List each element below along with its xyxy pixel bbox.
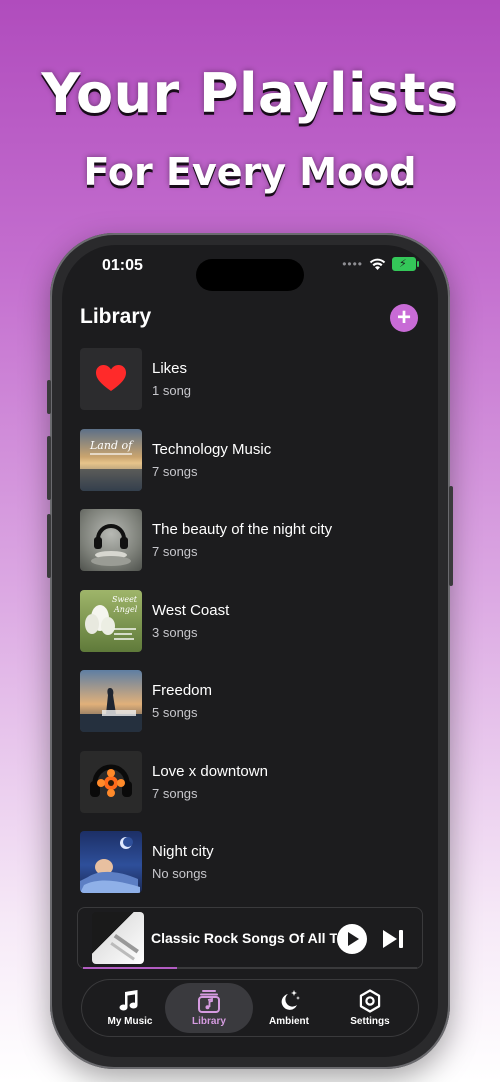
status-time: 01:05: [102, 257, 143, 274]
playlist-row-beauty-night-city[interactable]: The beauty of the night city 7 songs: [80, 509, 420, 590]
playlist-row-night-city[interactable]: Night city No songs: [80, 831, 420, 912]
playlist-row-likes[interactable]: Likes 1 song: [80, 348, 420, 429]
playlist-title: Technology Music: [152, 440, 272, 458]
promo-subheadline: For Every Mood: [83, 150, 417, 194]
playlist-title: West Coast: [152, 601, 230, 619]
svg-text:Land of: Land of: [89, 439, 134, 452]
library-title: Library: [80, 305, 152, 328]
tab-library[interactable]: Library: [165, 983, 253, 1033]
playlist-count: 7 songs: [152, 463, 198, 479]
power-button: [449, 486, 453, 586]
heart-icon: [80, 348, 142, 410]
playlist-count: 5 songs: [152, 705, 198, 720]
playlist-count: No songs: [152, 866, 207, 881]
wifi-icon: [369, 258, 386, 270]
playlist-row-west-coast[interactable]: Sweet Angel West Coast 3 songs: [80, 589, 420, 671]
plus-icon: +: [396, 304, 411, 331]
playlist-title: The beauty of the night city: [152, 521, 333, 538]
tab-label: Settings: [350, 1016, 390, 1027]
playback-progress-fill: [83, 967, 177, 969]
playlist-count: 3 songs: [152, 624, 198, 640]
dynamic-island: [196, 259, 304, 291]
library-note-icon: [198, 990, 220, 1013]
tab-label: My Music: [107, 1016, 153, 1027]
music-note-icon: [119, 990, 138, 1011]
playlist-count: 1 song: [152, 383, 192, 398]
gear-icon: [359, 989, 381, 1013]
side-button: [47, 380, 51, 414]
playlist-artwork: [80, 750, 142, 813]
add-playlist-button[interactable]: +: [390, 304, 418, 332]
playlist-row-love-downtown[interactable]: Love x downtown 7 songs: [80, 750, 420, 832]
playlist-artwork: Land of: [80, 428, 142, 491]
moon-stars-icon: [281, 990, 300, 1010]
signal-icon: ••••: [342, 257, 363, 271]
playlist-artwork: [80, 509, 142, 571]
playback-progress[interactable]: [83, 967, 417, 969]
skip-next-icon[interactable]: [381, 928, 405, 950]
playlist-row-technology-music[interactable]: Land of Technology Music 7 songs: [80, 428, 420, 510]
playlist-count: 7 songs: [152, 544, 198, 559]
playlist-artwork: [80, 831, 142, 893]
svg-text:Sweet: Sweet: [112, 595, 138, 604]
playlist-list: Likes 1 song Land of Technology Music 7 …: [80, 348, 420, 912]
playlist-artwork: Sweet Angel: [80, 589, 142, 652]
playlist-row-freedom[interactable]: Freedom 5 songs: [80, 670, 420, 751]
now-playing-artwork: [92, 912, 144, 964]
tab-ambient[interactable]: Ambient: [245, 983, 333, 1033]
now-playing-title: Classic Rock Songs Of All Time: [151, 930, 337, 946]
tab-settings[interactable]: Settings: [326, 983, 414, 1033]
tab-my-music[interactable]: My Music: [86, 983, 174, 1033]
mini-player[interactable]: Classic Rock Songs Of All Time: [77, 907, 423, 969]
playlist-title: Freedom: [152, 682, 213, 699]
playlist-title: Night city: [152, 843, 214, 860]
playlist-count: 7 songs: [152, 785, 198, 801]
tab-label: Ambient: [269, 1016, 309, 1027]
playlist-title: Love x downtown: [152, 762, 268, 780]
svg-text:Angel: Angel: [113, 605, 138, 614]
tab-label: Library: [192, 1016, 226, 1027]
volume-down-button: [47, 514, 51, 578]
promo-headline: Your Playlists: [41, 62, 459, 125]
battery-charging-icon: ⚡: [392, 257, 419, 271]
phone-screen: 01:05 •••• ⚡ Library + Likes 1 song Land…: [62, 245, 438, 1057]
playlist-title: Likes: [152, 360, 188, 377]
volume-up-button: [47, 436, 51, 500]
playlist-artwork: [80, 670, 142, 732]
status-indicators: •••• ⚡: [342, 257, 419, 271]
tab-bar: My Music Library Ambient Settings: [81, 979, 419, 1037]
play-icon[interactable]: [337, 924, 367, 954]
